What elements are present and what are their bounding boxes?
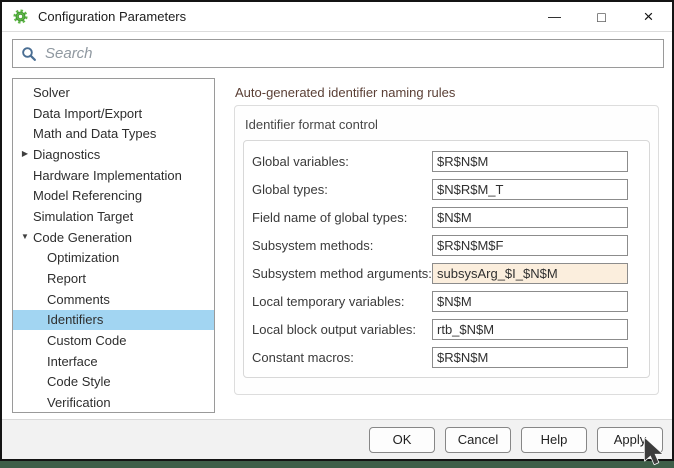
sidebar-item-comments[interactable]: Comments	[13, 289, 214, 310]
tree-item-label: Custom Code	[47, 333, 127, 349]
tree-arrow-icon[interactable]: ▶	[17, 150, 33, 158]
field-row-local-block-output-variables: Local block output variables:	[252, 319, 641, 340]
identifiers-pane: Auto-generated identifier naming rules I…	[226, 78, 664, 411]
title-bar: Configuration Parameters — □ ×	[2, 2, 672, 32]
maximize-button[interactable]: □	[578, 2, 625, 31]
group-title: Identifier format control	[245, 117, 378, 132]
tree-item-label: Math and Data Types	[33, 126, 157, 142]
ok-button[interactable]: OK	[369, 426, 435, 453]
field-input[interactable]	[432, 319, 628, 340]
tree-item-label: Diagnostics	[33, 146, 101, 162]
window-title: Configuration Parameters	[38, 9, 187, 24]
sidebar-item-identifiers[interactable]: Identifiers	[13, 309, 214, 331]
sidebar-item-diagnostics[interactable]: ▶ Diagnostics	[13, 144, 214, 165]
field-input[interactable]	[432, 207, 628, 228]
field-label: Field name of global types:	[252, 210, 408, 225]
sidebar-item-math-and-data-types[interactable]: Math and Data Types	[13, 123, 214, 144]
sidebar-item-report[interactable]: Report	[13, 268, 214, 289]
tree-item-label: Model Referencing	[33, 188, 143, 204]
tree-item-label: Simulation Target	[33, 208, 134, 224]
field-label: Global types:	[252, 182, 328, 197]
tree-item-label: Solver	[33, 84, 70, 100]
tree-item-label: Comments	[47, 291, 110, 307]
field-row-subsystem-method-arguments: Subsystem method arguments:	[252, 263, 641, 284]
sidebar-item-code-style[interactable]: Code Style	[13, 372, 214, 393]
cancel-button[interactable]: Cancel	[445, 426, 511, 453]
tree-item-label: Interface	[47, 353, 98, 369]
app-gear-icon	[13, 9, 28, 24]
field-row-global-types: Global types:	[252, 179, 641, 200]
field-label: Local block output variables:	[252, 322, 417, 337]
tree-item-label: Report	[47, 271, 87, 287]
minimize-button[interactable]: —	[531, 2, 578, 31]
search-bar	[12, 39, 664, 68]
field-label: Subsystem method arguments:	[252, 266, 432, 281]
tree-item-label: Code Generation	[33, 229, 133, 245]
tree-item-label: Verification	[47, 395, 111, 411]
section-heading: Auto-generated identifier naming rules	[235, 85, 456, 100]
tree-item-label: Code Style	[47, 374, 111, 390]
field-input[interactable]	[432, 263, 628, 284]
field-row-subsystem-methods: Subsystem methods:	[252, 235, 641, 256]
sidebar-item-solver[interactable]: Solver	[13, 82, 214, 103]
sidebar-item-model-referencing[interactable]: Model Referencing	[13, 185, 214, 206]
field-row-local-temporary-variables: Local temporary variables:	[252, 291, 641, 312]
naming-rules-panel: Identifier format control Global variabl…	[234, 105, 659, 395]
field-label: Global variables:	[252, 154, 349, 169]
tree-item-label: Hardware Implementation	[33, 167, 182, 183]
desktop-background: Configuration Parameters — □ × Solver	[0, 0, 674, 468]
field-label: Subsystem methods:	[252, 238, 374, 253]
sidebar-item-simulation-target[interactable]: Simulation Target	[13, 206, 214, 227]
search-input[interactable]	[45, 45, 655, 62]
close-button[interactable]: ×	[625, 2, 672, 31]
sidebar-item-hardware-implementation[interactable]: Hardware Implementation	[13, 165, 214, 186]
field-input[interactable]	[432, 291, 628, 312]
search-icon	[22, 46, 36, 61]
field-input[interactable]	[432, 235, 628, 256]
field-row-field-name-of-global-types: Field name of global types:	[252, 207, 641, 228]
tree-item-label: Identifiers	[47, 312, 104, 328]
sidebar-item-custom-code[interactable]: Custom Code	[13, 330, 214, 351]
field-label: Constant macros:	[252, 350, 354, 365]
field-row-global-variables: Global variables:	[252, 151, 641, 172]
tree-arrow-icon[interactable]: ▼	[17, 233, 33, 241]
field-input[interactable]	[432, 347, 628, 368]
field-label: Local temporary variables:	[252, 294, 405, 309]
sidebar-item-code-generation[interactable]: ▼ Code Generation	[13, 227, 214, 248]
tree-item-label: Data Import/Export	[33, 105, 143, 121]
sidebar-item-interface[interactable]: Interface	[13, 351, 214, 372]
identifier-format-control-group: Global variables: Global types: Field na…	[243, 140, 650, 378]
field-input[interactable]	[432, 151, 628, 172]
mouse-cursor	[643, 437, 663, 466]
tree-item-label: Optimization	[47, 250, 120, 266]
window-controls: — □ ×	[531, 2, 672, 31]
configuration-parameters-window: Configuration Parameters — □ × Solver	[0, 0, 674, 461]
sidebar-item-verification[interactable]: Verification	[13, 392, 214, 412]
category-tree: Solver Data Import/Export Math and Data …	[12, 78, 215, 413]
field-row-constant-macros: Constant macros:	[252, 347, 641, 368]
button-bar: OK Cancel Help Apply	[2, 419, 672, 459]
field-input[interactable]	[432, 179, 628, 200]
sidebar-item-optimization[interactable]: Optimization	[13, 248, 214, 269]
help-button[interactable]: Help	[521, 426, 587, 453]
sidebar-item-data-import-export[interactable]: Data Import/Export	[13, 103, 214, 124]
